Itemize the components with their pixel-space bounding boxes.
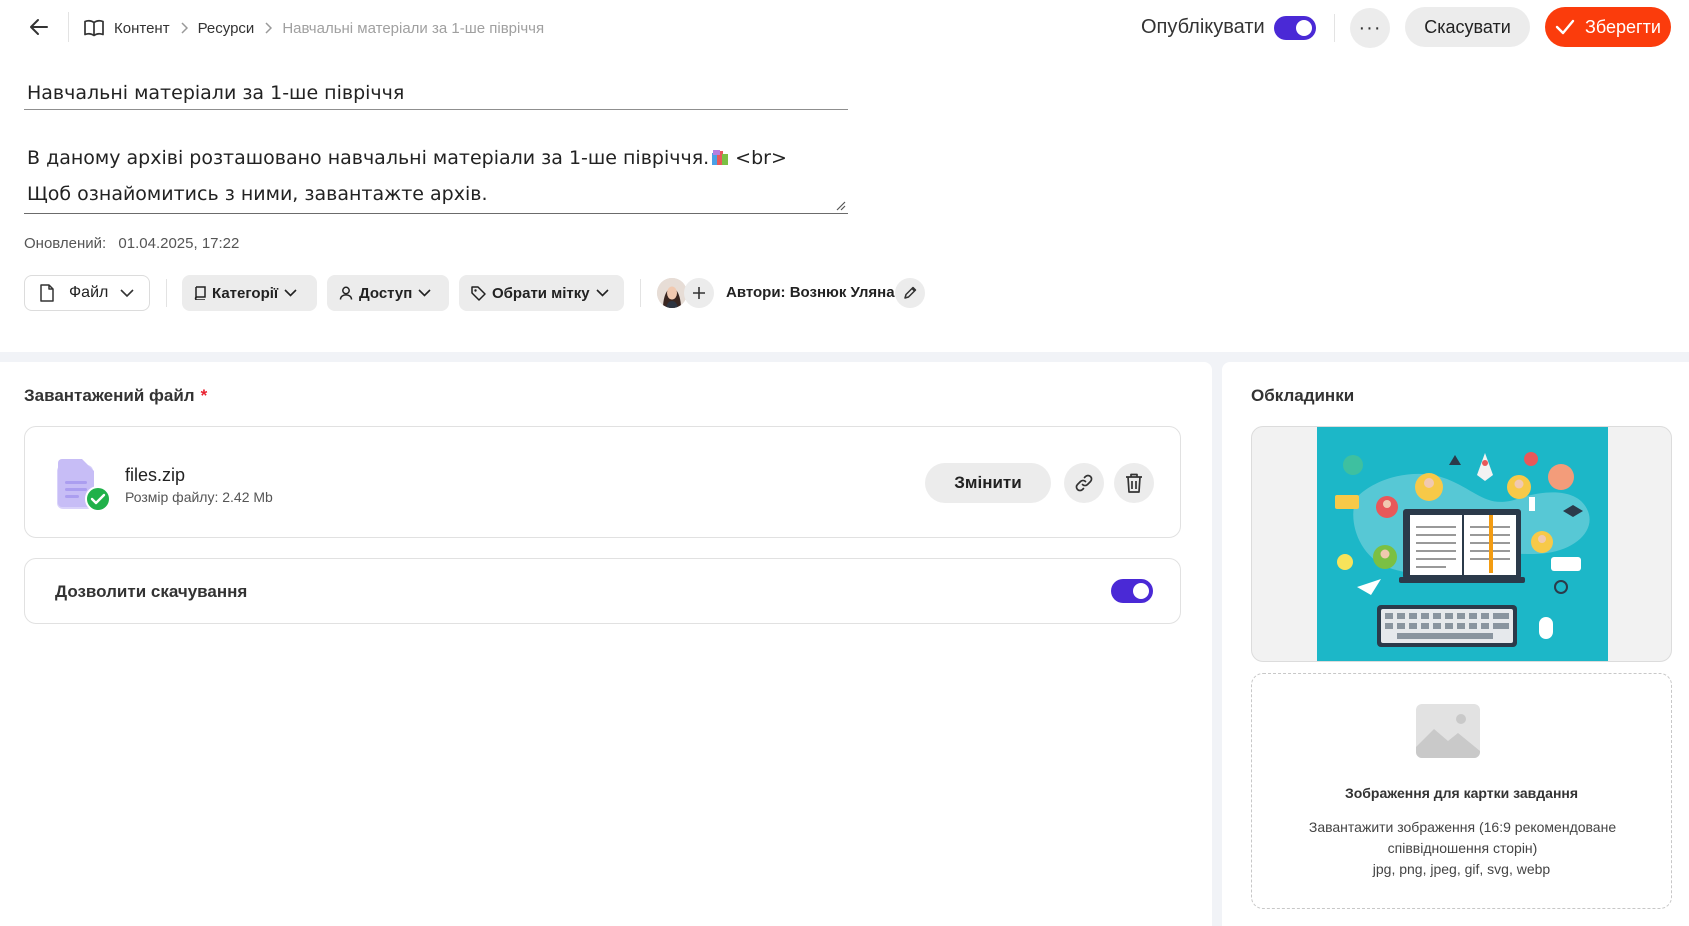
image-placeholder-icon: [1416, 704, 1480, 758]
upload-title: Зображення для картки завдання: [1344, 785, 1579, 801]
header-panel: Контент Ресурси Навчальні матеріали за 1…: [0, 0, 1689, 352]
allow-download-toggle[interactable]: [1111, 579, 1153, 603]
book-icon: [194, 286, 206, 300]
updated-value: 01.04.2025, 17:22: [118, 235, 240, 252]
trash-icon: [1126, 473, 1142, 493]
more-options-button[interactable]: ···: [1350, 8, 1390, 48]
arrow-left-icon: [30, 19, 48, 35]
divider: [640, 279, 641, 307]
authors-label: Автори: Вознюк Уляна: [726, 284, 895, 301]
allow-download-row: Дозволити скачування: [24, 558, 1181, 624]
chevron-down-icon: [596, 289, 609, 297]
covers-title: Обкладинки: [1251, 386, 1355, 405]
add-author-button[interactable]: [684, 278, 714, 308]
back-button[interactable]: [24, 12, 54, 42]
title-input[interactable]: [24, 76, 848, 110]
save-button[interactable]: Зберегти: [1545, 7, 1671, 47]
divider: [166, 279, 167, 307]
allow-download-label: Дозволити скачування: [55, 582, 248, 601]
chevron-down-icon: [284, 289, 297, 297]
tag-dropdown[interactable]: Обрати мітку: [459, 275, 624, 311]
chevron-down-icon: [418, 289, 431, 297]
file-name: files.zip: [125, 465, 186, 485]
books-icon: [711, 141, 729, 165]
upload-formats: jpg, png, jpeg, gif, svg, webp: [1372, 861, 1551, 877]
description-textarea[interactable]: В даному архіві розташовано навчальні ма…: [24, 140, 848, 214]
divider: [1334, 14, 1335, 42]
breadcrumb-current: Навчальні матеріали за 1-ше півріччя: [282, 19, 545, 37]
updated-info: Оновлений: 01.04.2025, 17:22: [24, 235, 239, 252]
chevron-down-icon: [120, 288, 134, 297]
chevron-right-icon: [180, 22, 188, 34]
tag-icon: [471, 285, 486, 301]
uploaded-file-section: Завантажений файл * files.zip Розмір файл…: [0, 362, 1212, 926]
change-file-button[interactable]: Змінити: [925, 463, 1051, 503]
file-size: Розмір файлу: 2.42 Mb: [125, 489, 273, 505]
file-icon: [40, 284, 54, 302]
required-mark: *: [200, 386, 208, 405]
file-card: files.zip Розмір файлу: 2.42 Mb Змінити: [24, 426, 1181, 538]
author-avatar[interactable]: [657, 278, 687, 308]
link-icon: [1075, 474, 1093, 492]
chevron-right-icon: [264, 22, 273, 34]
file-type-dropdown[interactable]: Файл: [24, 275, 150, 311]
covers-section: Обкладинки Зображення для картки завданн…: [1222, 362, 1689, 926]
categories-dropdown[interactable]: Категорії: [182, 275, 317, 311]
description-line-2: Щоб ознайомитись з ними, завантажте архі…: [27, 183, 488, 205]
upload-instructions: Завантажити зображення (16:9 рекомендова…: [1308, 819, 1617, 856]
breadcrumb: Контент Ресурси Навчальні матеріали за 1…: [84, 17, 544, 39]
check-icon: [1555, 19, 1575, 35]
updated-label: Оновлений:: [24, 235, 107, 252]
save-label: Зберегти: [1585, 16, 1661, 37]
user-icon: [339, 286, 353, 300]
access-label: Доступ: [359, 284, 413, 302]
copy-link-button[interactable]: [1064, 463, 1104, 503]
divider: [68, 12, 69, 42]
plus-icon: [693, 287, 705, 299]
access-dropdown[interactable]: Доступ: [327, 275, 449, 311]
publish-toggle[interactable]: [1274, 16, 1316, 40]
book-icon: [84, 19, 104, 37]
cover-image: [1317, 427, 1608, 661]
breadcrumb-item-content[interactable]: Контент: [114, 20, 170, 37]
pencil-icon: [904, 286, 917, 299]
cover-preview[interactable]: [1251, 426, 1672, 662]
publish-label: Опублікувати: [1141, 16, 1265, 38]
delete-file-button[interactable]: [1114, 463, 1154, 503]
more-icon: ···: [1358, 16, 1382, 39]
breadcrumb-item-resources[interactable]: Ресурси: [198, 20, 255, 37]
description-line-1: В даному архіві розташовано навчальні ма…: [27, 140, 848, 176]
edit-authors-button[interactable]: [895, 278, 925, 308]
resize-handle-icon[interactable]: [836, 201, 846, 211]
cover-upload-dropzone[interactable]: Зображення для картки завдання Завантажи…: [1251, 673, 1672, 909]
cancel-button[interactable]: Скасувати: [1405, 7, 1530, 47]
uploaded-file-title: Завантажений файл *: [24, 386, 208, 405]
categories-label: Категорії: [212, 284, 279, 302]
tag-label: Обрати мітку: [492, 284, 590, 302]
file-archive-icon: [57, 459, 111, 512]
file-type-label: Файл: [69, 284, 109, 301]
